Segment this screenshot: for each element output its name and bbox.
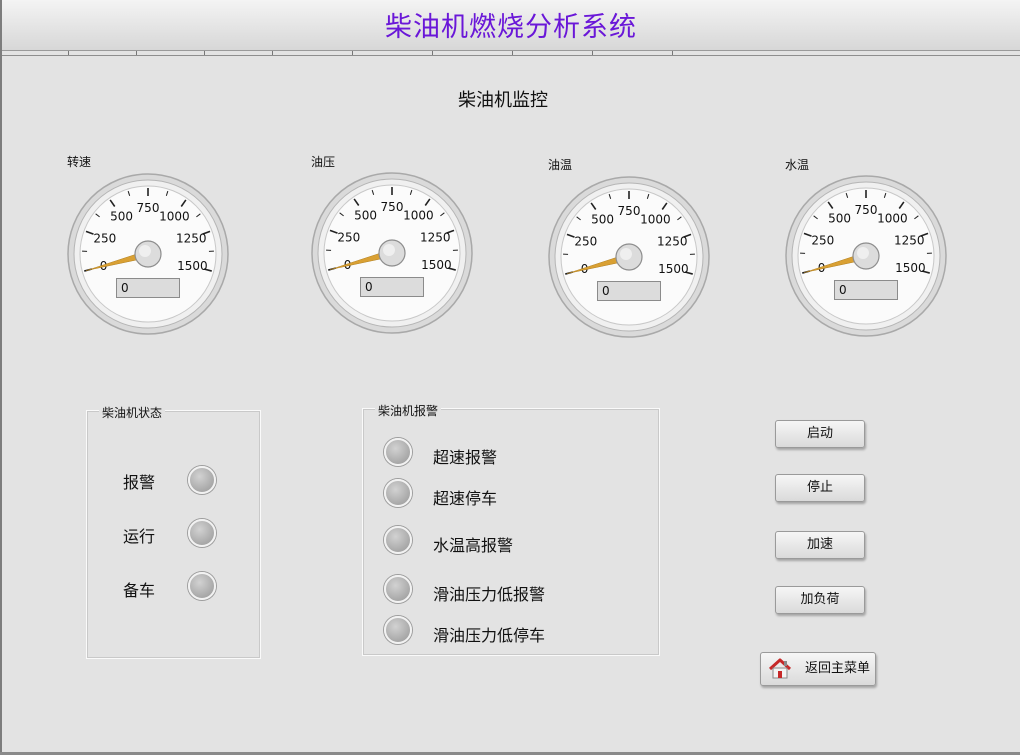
gauge-hub-highlight [383,244,395,256]
oil-temp-gauge-dial: 0 250 500 7501000 1250 1500 [548,176,710,338]
gauge-tick-label: 1000 [877,211,908,225]
water-temp-gauge: 0 250 500 7501000 1250 1500 0 [784,174,948,338]
gauge-tick-label: 1250 [176,231,207,245]
alarm-led-lube-pressure-low-stop [384,616,412,644]
gauge-tick-label: 1500 [895,261,926,275]
engine-status-group-title: 柴油机状态 [99,404,166,421]
oil-pressure-gauge: 0 250 500 7501000 1250 1500 0 [310,171,474,335]
oil-pressure-readout: 0 [360,277,424,297]
app-title: 柴油机燃烧分析系统 [385,12,637,43]
gauge-label-oil-pressure: 油压 [311,155,336,169]
engine-status-group [86,410,261,659]
oil-temp-gauge: 0 250 500 7501000 1250 1500 0 [547,175,711,339]
add-load-button[interactable]: 加负荷 [775,586,865,614]
alarm-label-water-temp-high: 水温高报警 [433,536,514,555]
gauge-tick-label: 750 [618,204,641,218]
gauge-hub-highlight [620,248,632,260]
stop-button[interactable]: 停止 [775,474,865,502]
status-led-alarm [188,466,216,494]
speed-readout: 0 [116,278,180,298]
start-button[interactable]: 启动 [775,420,865,448]
gauge-tick-label: 250 [811,233,834,247]
gauge-tick-label: 250 [574,234,597,248]
oil-pressure-gauge-dial: 0 250 500 7501000 1250 1500 [311,172,473,334]
alarm-label-overspeed: 超速报警 [433,448,498,467]
speed-gauge: 0 250 500 7501000 1250 1500 0 [66,172,230,336]
status-led-running [188,519,216,547]
gauge-tick-label: 750 [137,201,160,215]
alarm-label-lube-pressure-low: 滑油压力低报警 [433,585,546,604]
alarm-led-water-temp-high [384,526,412,554]
gauge-tick-label: 1000 [640,212,671,226]
gauge-tick-label: 1000 [403,208,434,222]
gauge-tick-label: 1250 [657,234,688,248]
status-label-standby: 备车 [123,581,156,600]
gauge-tick-label: 1500 [658,262,689,276]
status-label-alarm: 报警 [123,473,156,492]
water-temp-readout: 0 [834,280,898,300]
back-to-menu-button[interactable]: 返回主菜单 [760,652,876,686]
section-title: 柴油机监控 [458,90,548,111]
gauge-tick-label: 750 [381,200,404,214]
alarm-label-lube-pressure-low-stop: 滑油压力低停车 [433,626,546,645]
gauge-label-oil-temp: 油温 [548,158,573,172]
gauge-tick-label: 500 [354,208,377,222]
gauge-tick-label: 500 [110,209,133,223]
gauge-tick-label: 750 [855,203,878,217]
gauge-hub-highlight [139,245,151,257]
gauge-tick-label: 250 [337,230,360,244]
home-icon [767,656,793,695]
oil-temp-readout: 0 [597,281,661,301]
menu-strip-line [2,55,1020,56]
gauge-label-water-temp: 水温 [785,158,810,172]
menu-strip [2,51,1020,56]
gauge-tick-label: 1250 [420,230,451,244]
back-to-menu-label: 返回主菜单 [805,661,871,676]
title-bar: 柴油机燃烧分析系统 [2,0,1020,51]
gauge-tick-label: 500 [591,212,614,226]
gauge-tick-label: 1250 [894,233,925,247]
gauge-label-speed: 转速 [67,155,92,169]
window-left-border [0,0,2,755]
engine-alarm-group-title: 柴油机报警 [375,402,442,419]
status-label-running: 运行 [123,527,156,546]
alarm-led-overspeed [384,438,412,466]
gauge-tick-label: 250 [93,231,116,245]
gauge-tick-label: 1000 [159,209,190,223]
status-led-standby [188,572,216,600]
accelerate-button[interactable]: 加速 [775,531,865,559]
speed-gauge-dial: 0 250 500 7501000 1250 1500 [67,173,229,335]
gauge-tick-label: 1500 [421,258,452,272]
water-temp-gauge-dial: 0 250 500 7501000 1250 1500 [785,175,947,337]
alarm-led-lube-pressure-low [384,575,412,603]
gauge-tick-label: 1500 [177,259,208,273]
alarm-label-overspeed-stop: 超速停车 [433,489,498,508]
gauge-tick-label: 500 [828,211,851,225]
alarm-led-overspeed-stop [384,479,412,507]
gauge-hub-highlight [857,247,869,259]
